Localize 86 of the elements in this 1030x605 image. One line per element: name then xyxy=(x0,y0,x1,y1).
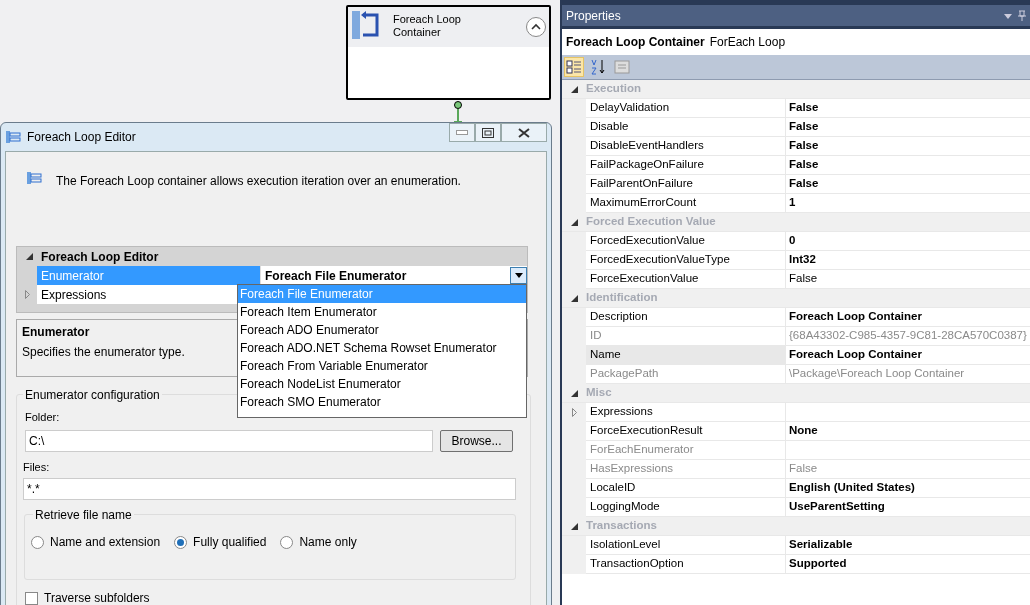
property-value: Supported xyxy=(789,556,847,572)
pin-icon[interactable] xyxy=(1018,10,1026,21)
close-button[interactable] xyxy=(501,123,547,142)
property-value: False xyxy=(789,176,819,192)
dropdown-option[interactable]: Foreach Item Enumerator xyxy=(238,303,526,321)
collapse-button[interactable] xyxy=(526,17,546,37)
property-value: Foreach Loop Container xyxy=(789,347,922,363)
radio-label: Name only xyxy=(299,534,357,551)
categorized-icon xyxy=(565,58,583,76)
expand-icon[interactable] xyxy=(24,290,30,299)
collapse-icon[interactable] xyxy=(25,253,33,260)
property-name[interactable]: Disable xyxy=(590,118,629,136)
property-value: False xyxy=(789,157,819,173)
caret-icon xyxy=(514,273,523,278)
checkbox[interactable] xyxy=(25,591,38,605)
connector-handle[interactable] xyxy=(453,100,463,124)
categorized-button[interactable] xyxy=(564,57,584,77)
category-header: Execution xyxy=(586,81,641,97)
loop-icon xyxy=(351,10,381,40)
window-title: Foreach Loop Editor xyxy=(27,129,136,146)
dropdown-option[interactable]: Foreach From Variable Enumerator xyxy=(238,357,526,375)
radio-label: Fully qualified xyxy=(193,534,267,551)
property-value: Int32 xyxy=(789,252,816,268)
info-icon xyxy=(26,170,42,186)
dropdown-option[interactable]: Foreach ADO Enumerator xyxy=(238,321,526,339)
property-value: Foreach Loop Container xyxy=(789,309,922,325)
collapse-icon[interactable] xyxy=(570,85,578,93)
radio-label: Name and extension xyxy=(50,534,161,551)
property-value: 0 xyxy=(789,233,796,249)
property-value: False xyxy=(789,271,818,287)
help-title: Enumerator xyxy=(22,324,90,341)
checkbox-label: Traverse subfolders xyxy=(44,590,150,605)
category-header: Forced Execution Value xyxy=(586,214,716,230)
grid-category: Foreach Loop Editor xyxy=(41,248,159,266)
property-value: False xyxy=(789,100,819,116)
radio-button[interactable] xyxy=(31,535,44,549)
dropdown-option[interactable]: Foreach SMO Enumerator xyxy=(238,393,526,411)
maximize-button[interactable] xyxy=(475,123,501,142)
object-selector[interactable]: Foreach Loop Container ForEach Loop xyxy=(562,29,1030,55)
category-header: Transactions xyxy=(586,518,657,534)
minimize-icon xyxy=(456,129,468,136)
dropdown-button[interactable] xyxy=(510,267,527,284)
node-title: Foreach Loop Container xyxy=(393,13,462,39)
property-value: {68A43302-C985-4357-9C81-28CA570C0387} xyxy=(789,328,1027,344)
category-header: Identification xyxy=(586,290,658,306)
property-value: False xyxy=(789,119,819,135)
field-label: Folder: xyxy=(25,410,60,425)
property-value: \Package\Foreach Loop Container xyxy=(789,366,965,382)
property-value: False xyxy=(789,138,819,154)
dropdown-option[interactable]: Foreach ADO.NET Schema Rowset Enumerator xyxy=(238,339,526,357)
property-name[interactable]: ID xyxy=(590,327,602,345)
loop-container-node[interactable]: Foreach Loop Container xyxy=(346,5,551,100)
chevron-up-icon xyxy=(531,23,541,31)
collapse-icon[interactable] xyxy=(570,218,578,226)
selected-row-highlight[interactable]: Name xyxy=(586,346,786,365)
object-name: Foreach Loop Container xyxy=(566,34,705,51)
folder-field[interactable]: C:\ xyxy=(25,429,433,452)
dropdown-icon[interactable] xyxy=(1004,11,1012,20)
collapse-icon[interactable] xyxy=(570,522,578,530)
maximize-icon xyxy=(482,127,494,138)
object-type: ForEach Loop xyxy=(709,34,786,51)
property-pages-icon xyxy=(613,58,631,76)
radio-button[interactable] xyxy=(280,535,294,549)
property-name[interactable]: Name xyxy=(590,346,621,364)
property-value: 1 xyxy=(789,195,796,211)
expand-icon[interactable] xyxy=(571,408,577,417)
dialog-description: The Foreach Loop container allows execution iteration over an enumeration. xyxy=(56,173,461,190)
close-icon xyxy=(518,127,530,138)
property-value: Serializable xyxy=(789,537,853,553)
collapse-icon[interactable] xyxy=(570,294,578,302)
files-field[interactable]: *.* xyxy=(23,478,516,500)
field-label: Files: xyxy=(23,459,50,475)
category-header: Misc xyxy=(586,385,612,401)
browse-button[interactable]: Browse... xyxy=(440,429,513,452)
property-value: Foreach File Enumerator xyxy=(264,267,408,285)
collapse-icon[interactable] xyxy=(570,389,578,397)
sort-icon xyxy=(589,58,607,76)
radio-button[interactable] xyxy=(174,535,188,549)
property-value: False xyxy=(789,461,818,477)
dialog-icon xyxy=(5,129,21,145)
dropdown-option[interactable]: Foreach NodeList Enumerator xyxy=(238,375,526,393)
property-value: UseParentSetting xyxy=(789,499,885,515)
property-value: None xyxy=(789,423,818,439)
help-text: Specifies the enumerator type. xyxy=(22,344,185,361)
property-value: English (United States) xyxy=(789,480,915,496)
panel-title: Properties xyxy=(566,7,621,25)
